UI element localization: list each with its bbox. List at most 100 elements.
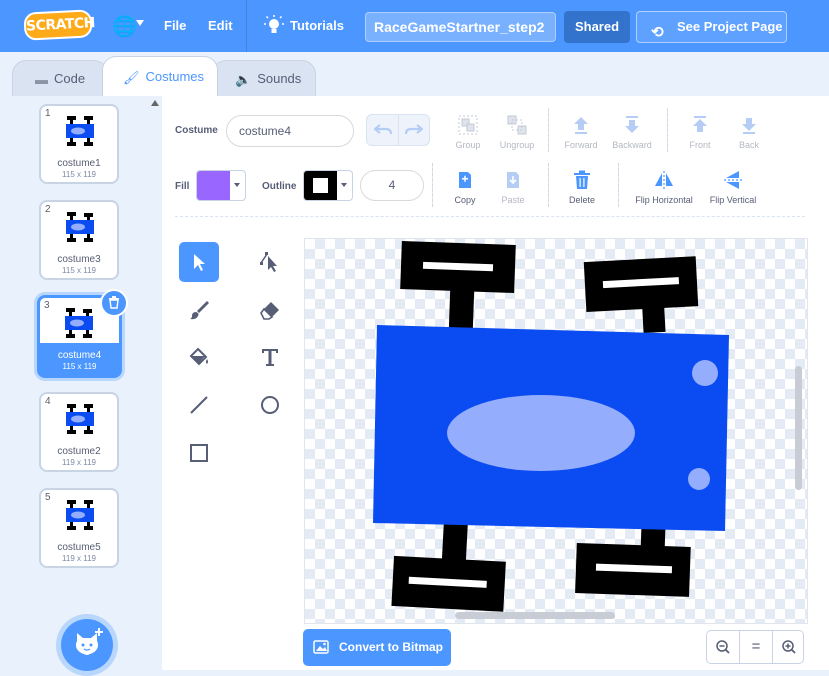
fill-color-picker[interactable]	[196, 170, 246, 201]
outline-width-input[interactable]: 4	[360, 170, 424, 201]
tab-costumes[interactable]: 🖌 Costumes	[102, 56, 218, 96]
costume-name-input[interactable]: costume4	[226, 115, 354, 147]
reshape-icon	[260, 252, 277, 272]
copy-label: Copy	[454, 195, 476, 205]
flip-vertical-button[interactable]: Flip Vertical	[704, 169, 762, 205]
line-icon	[190, 396, 208, 414]
backward-label: Backward	[612, 140, 652, 150]
flip-vertical-label: Flip Vertical	[709, 195, 757, 205]
circle-tool[interactable]	[250, 385, 290, 425]
toolbar-divider	[432, 163, 433, 207]
brush-tool[interactable]	[179, 290, 219, 330]
outline-inner-swatch	[313, 178, 328, 193]
tutorials-menu[interactable]: Tutorials	[290, 0, 344, 52]
fill-label: Fill	[175, 181, 190, 192]
select-tool[interactable]	[179, 242, 219, 282]
fill-color-swatch	[197, 171, 230, 200]
shared-button[interactable]: Shared	[564, 11, 630, 43]
costume-size: 115 x 119	[62, 362, 97, 371]
toolbar-divider	[618, 163, 619, 207]
costume-number: 4	[45, 396, 51, 407]
costume-thumbnail	[66, 116, 94, 146]
canvas-horizontal-scrollbar[interactable]	[455, 612, 615, 619]
costume-item[interactable]: 5 costume5 119 x 119	[39, 488, 119, 568]
cat-plus-icon	[76, 628, 103, 655]
costume-item[interactable]: 4 costume2 119 x 119	[39, 392, 119, 472]
undo-divider	[398, 115, 399, 145]
paste-button[interactable]: Paste	[496, 169, 530, 205]
line-tool[interactable]	[179, 385, 219, 425]
text-icon	[262, 349, 278, 366]
brush-icon	[190, 301, 209, 320]
forward-button[interactable]: Forward	[560, 114, 602, 150]
ungroup-button[interactable]: Ungroup	[495, 114, 539, 150]
backward-button[interactable]: Backward	[608, 114, 656, 150]
edit-menu[interactable]: Edit	[208, 0, 233, 52]
undo-icon[interactable]	[374, 123, 392, 137]
tab-sounds[interactable]: 🔈 Sounds	[212, 60, 316, 96]
project-title-input[interactable]: RaceGameStartner_step2	[365, 12, 556, 42]
costume-label: Costume	[175, 125, 218, 136]
costume-item[interactable]: 2 costume3 115 x 119	[39, 200, 119, 280]
costume-number: 1	[45, 108, 51, 119]
eraser-tool[interactable]	[250, 290, 290, 330]
costume-size: 115 x 119	[62, 170, 96, 179]
rectangle-tool[interactable]	[179, 433, 219, 473]
race-car-drawing[interactable]	[305, 239, 808, 624]
lightbulb-icon[interactable]	[264, 15, 284, 37]
convert-to-bitmap-button[interactable]: Convert to Bitmap	[303, 629, 451, 666]
costume-thumbnail	[66, 212, 94, 242]
toolbar-divider	[667, 108, 668, 152]
paint-bucket-icon	[189, 347, 208, 366]
tab-sounds-label: Sounds	[257, 71, 302, 86]
redo-icon[interactable]	[405, 123, 423, 137]
text-tool[interactable]	[250, 337, 290, 377]
trash-icon	[109, 296, 119, 309]
scratch-logo[interactable]: SCRATCH	[23, 9, 95, 41]
copy-button[interactable]: Copy	[450, 169, 480, 205]
group-button[interactable]: Group	[450, 114, 486, 150]
costume-number: 5	[45, 492, 51, 503]
zoom-reset-button[interactable]: =	[740, 631, 772, 663]
zoom-out-icon	[716, 640, 730, 654]
reshape-tool[interactable]	[250, 242, 290, 282]
flip-horizontal-button[interactable]: Flip Horizontal	[630, 169, 698, 205]
see-project-label: See Project Page	[677, 19, 783, 34]
delete-button[interactable]: Delete	[565, 169, 599, 205]
ungroup-icon	[507, 115, 527, 135]
tab-code[interactable]: ▬ Code	[12, 60, 108, 96]
outline-color-picker[interactable]	[303, 170, 353, 201]
flip-horizontal-icon	[655, 171, 673, 189]
forward-icon	[574, 117, 588, 134]
front-button[interactable]: Front	[684, 114, 716, 150]
front-label: Front	[689, 140, 711, 150]
zoom-out-button[interactable]	[707, 631, 739, 663]
trash-icon	[574, 170, 590, 189]
canvas-vertical-scrollbar[interactable]	[795, 366, 802, 490]
back-button[interactable]: Back	[733, 114, 765, 150]
zoom-in-button[interactable]	[773, 631, 805, 663]
menu-bar: SCRATCH 🌐 File Edit Tutorials RaceGameSt…	[0, 0, 829, 52]
fill-tool[interactable]	[179, 337, 219, 377]
back-icon	[742, 118, 756, 134]
chevron-down-icon[interactable]	[136, 20, 144, 26]
file-menu[interactable]: File	[164, 0, 186, 52]
scroll-up-icon[interactable]	[151, 100, 159, 106]
tab-costumes-label: Costumes	[145, 69, 205, 84]
costume-item[interactable]: 1 costume1 115 x 119	[39, 104, 119, 184]
costume-number: 3	[44, 300, 50, 311]
add-costume-button[interactable]	[61, 619, 113, 671]
arrow-icon	[194, 254, 205, 271]
undo-redo-group	[366, 114, 430, 146]
list-scrollbar[interactable]	[148, 96, 162, 670]
delete-costume-button[interactable]	[100, 289, 128, 317]
flip-vertical-icon	[724, 171, 742, 189]
globe-icon[interactable]: 🌐	[112, 14, 137, 39]
outline-label: Outline	[262, 181, 297, 192]
see-project-icon: ⟲	[651, 24, 664, 41]
see-project-page-button[interactable]: ⟲ See Project Page	[636, 11, 787, 43]
costume-name: costume5	[57, 542, 101, 553]
paint-canvas[interactable]	[304, 238, 808, 624]
code-icon: ▬	[35, 71, 48, 87]
costume-name: costume2	[57, 446, 101, 457]
